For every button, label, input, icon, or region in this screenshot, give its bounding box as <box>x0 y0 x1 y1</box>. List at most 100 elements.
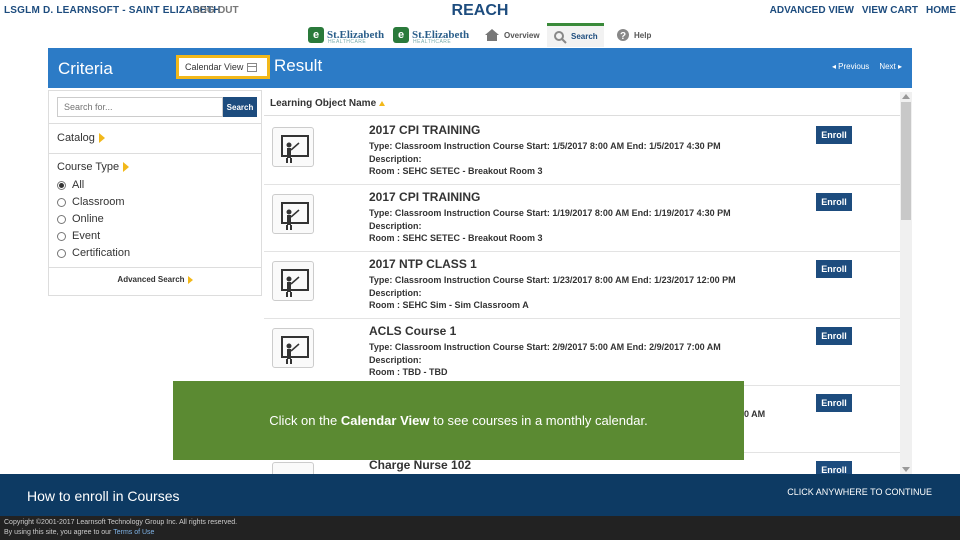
terms-of-use-link[interactable]: Terms of Use <box>113 529 154 536</box>
st-elizabeth-logo-icon: e <box>393 27 409 43</box>
st-elizabeth-logo-icon: e <box>308 27 324 43</box>
radio-icon <box>57 248 66 258</box>
caret-right-icon <box>98 133 105 143</box>
logo-subtext: HEALTHCARE <box>413 39 452 45</box>
enroll-button[interactable]: Enroll <box>816 260 852 278</box>
course-row: 2017 CPI TRAINING Type: Classroom Instru… <box>264 118 900 185</box>
course-description: Description: <box>369 154 422 164</box>
radio-icon <box>57 231 66 241</box>
nav-overview[interactable]: Overview <box>484 23 540 47</box>
course-title[interactable]: 2017 CPI TRAINING <box>369 123 480 137</box>
copyright-text: Copyright ©2001-2017 Learnsoft Technolog… <box>4 519 238 526</box>
enroll-button[interactable]: Enroll <box>816 126 852 144</box>
logo-subtext: HEALTHCARE <box>328 39 367 45</box>
logout-link[interactable]: LOG OUT <box>193 5 239 16</box>
course-type: 0 AM <box>744 409 766 419</box>
course-type: Type: Classroom Instruction Course Start… <box>369 342 721 352</box>
course-type-option-label: All <box>72 179 85 191</box>
course-room: Room : TBD - TBD <box>369 367 448 377</box>
sort-by-name-header[interactable]: Learning Object Name <box>264 92 900 116</box>
divider <box>49 153 261 154</box>
nav-search-label: Search <box>571 32 598 41</box>
help-icon: ? <box>617 29 629 42</box>
nav-search[interactable]: Search <box>547 23 604 47</box>
result-title: Result <box>274 56 323 75</box>
course-type-toggle[interactable]: Course Type <box>57 161 130 173</box>
nav-overview-label: Overview <box>504 30 540 40</box>
radio-icon <box>57 197 66 207</box>
classroom-instructor-icon <box>272 127 314 167</box>
catalog-toggle[interactable]: Catalog <box>57 132 105 144</box>
view-cart-link[interactable]: VIEW CART <box>862 5 918 16</box>
advanced-view-link[interactable]: ADVANCED VIEW <box>770 5 854 16</box>
course-type-event[interactable]: Event <box>57 230 100 242</box>
course-title[interactable]: ACLS Course 1 <box>369 324 456 338</box>
brand-title: REACH <box>451 2 509 19</box>
radio-icon <box>57 214 66 224</box>
search-box: Search <box>57 97 257 117</box>
course-type: Type: Classroom Instruction Course Start… <box>369 208 731 218</box>
callout-text-before: Click on the <box>269 413 341 428</box>
course-room: Room : SEHC Sim - Sim Classroom A <box>369 300 529 310</box>
nav-help[interactable]: ? Help <box>616 23 651 47</box>
course-type-label: Course Type <box>57 161 120 173</box>
course-title[interactable]: 2017 NTP CLASS 1 <box>369 257 477 271</box>
home-link[interactable]: HOME <box>926 5 956 16</box>
enroll-button[interactable]: Enroll <box>816 327 852 345</box>
criteria-panel: Search Catalog Course Type All Classroom… <box>48 90 262 296</box>
divider <box>49 267 261 268</box>
previous-link[interactable]: ◂ Previous <box>832 62 869 71</box>
callout-text: Click on the Calendar View to see course… <box>269 413 647 428</box>
enroll-button[interactable]: Enroll <box>816 394 852 412</box>
user-name: LSGLM D. LEARNSOFT - SAINT ELIZABETH <box>4 5 221 16</box>
scroll-down-icon[interactable] <box>902 467 910 472</box>
enroll-button[interactable]: Enroll <box>816 461 852 474</box>
scroll-thumb[interactable] <box>901 102 911 220</box>
course-title[interactable]: Charge Nurse 102 <box>369 458 471 472</box>
course-description: Description: <box>369 221 422 231</box>
course-row: 2017 CPI TRAINING Type: Classroom Instru… <box>264 185 900 252</box>
house-icon <box>485 29 499 41</box>
magnifier-icon <box>554 30 567 44</box>
callout-text-bold: Calendar View <box>340 413 430 428</box>
tutorial-bar[interactable]: How to enroll in Courses CLICK ANYWHERE … <box>0 474 960 516</box>
agree-text: By using this site, you agree to our <box>4 529 114 536</box>
course-type: Type: Classroom Instruction Course Start… <box>369 141 721 151</box>
course-title[interactable]: 2017 CPI TRAINING <box>369 190 480 204</box>
scroll-up-icon[interactable] <box>902 94 910 99</box>
course-type-certification[interactable]: Certification <box>57 247 130 259</box>
course-room: Room : SEHC SETEC - Breakout Room 3 <box>369 233 543 243</box>
course-type-all[interactable]: All <box>57 179 84 191</box>
course-type-option-label: Online <box>72 213 104 225</box>
course-row: ACLS Course 1 Type: Classroom Instructio… <box>264 319 900 386</box>
enroll-button[interactable]: Enroll <box>816 193 852 211</box>
advanced-search-link[interactable]: Advanced Search <box>49 275 261 284</box>
course-type: Type: Classroom Instruction Course Start… <box>369 275 736 285</box>
course-description: Description: <box>369 355 422 365</box>
divider <box>49 123 261 124</box>
terms-line: By using this site, you agree to our Ter… <box>4 529 154 536</box>
course-type-classroom[interactable]: Classroom <box>57 196 125 208</box>
svg-text:?: ? <box>620 31 626 42</box>
pager: ◂ Previous Next ▸ <box>832 62 902 71</box>
callout-text-after: to see courses in a monthly calendar. <box>429 413 648 428</box>
caret-right-icon <box>187 275 193 284</box>
nav-help-label: Help <box>634 30 652 40</box>
course-type-online[interactable]: Online <box>57 213 104 225</box>
classroom-instructor-icon <box>272 261 314 301</box>
column-header-label: Learning Object Name <box>270 98 377 109</box>
radio-selected-icon <box>57 180 66 190</box>
advanced-search-label: Advanced Search <box>117 275 185 284</box>
continue-prompt[interactable]: CLICK ANYWHERE TO CONTINUE <box>787 487 932 497</box>
next-link[interactable]: Next ▸ <box>879 62 902 71</box>
logo-st-elizabeth-1: e St.Elizabeth HEALTHCARE <box>308 26 384 45</box>
search-button[interactable]: Search <box>223 97 257 117</box>
footer: Copyright ©2001-2017 Learnsoft Technolog… <box>0 516 960 540</box>
calendar-view-button[interactable]: Calendar View <box>176 55 270 79</box>
logo-st-elizabeth-2: e St.Elizabeth HEALTHCARE <box>393 26 469 45</box>
criteria-title: Criteria <box>58 59 113 78</box>
results-scrollbar[interactable] <box>900 92 912 474</box>
search-input[interactable] <box>57 97 223 117</box>
calendar-icon <box>247 62 258 72</box>
classroom-instructor-icon <box>272 462 314 474</box>
